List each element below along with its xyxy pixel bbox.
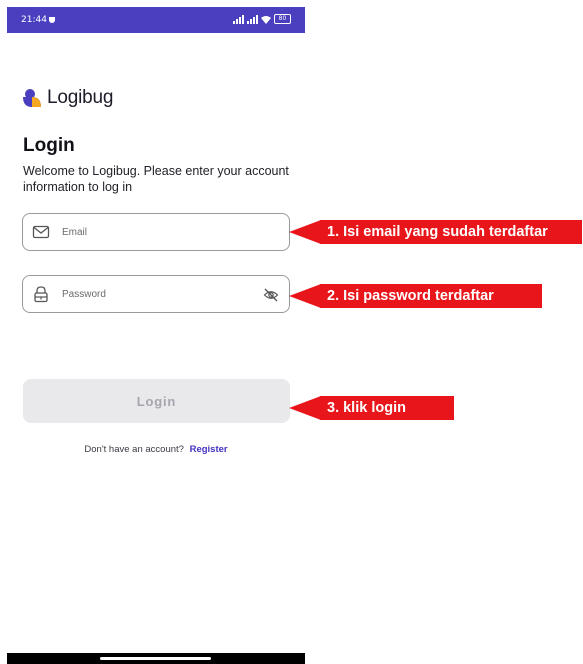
- navigation-bar: [7, 653, 305, 664]
- home-indicator[interactable]: [100, 657, 211, 660]
- battery-level: 80: [278, 15, 287, 22]
- password-input[interactable]: [62, 288, 232, 300]
- battery-icon: 80: [274, 14, 291, 24]
- arrow-left-icon: [289, 396, 321, 420]
- status-bar: 21:44 80: [7, 7, 305, 33]
- eye-off-icon[interactable]: [263, 287, 279, 303]
- status-time-label: 21:44: [21, 15, 47, 25]
- annotation-1-label: 1. Isi email yang sudah terdaftar: [320, 220, 582, 244]
- arrow-left-icon: [289, 220, 321, 244]
- phone-screen: 21:44 80 Logibug Login Welcome to Logibu…: [7, 7, 305, 664]
- wifi-icon: [261, 16, 271, 24]
- annotation-3-label: 3. klik login: [320, 396, 454, 420]
- status-icons: 80: [233, 14, 291, 24]
- brand-name: Logibug: [47, 87, 114, 108]
- register-prompt-row: Don't have an account? Register: [7, 444, 305, 455]
- brand-header: Logibug: [22, 87, 113, 109]
- envelope-icon: [32, 225, 50, 239]
- page-title: Login: [23, 135, 75, 156]
- register-prompt-text: Don't have an account?: [84, 444, 184, 455]
- lock-icon: [34, 286, 48, 303]
- arrow-left-icon: [289, 284, 321, 308]
- email-input[interactable]: [62, 226, 232, 238]
- password-field[interactable]: [22, 275, 290, 313]
- annotation-3: 3. klik login: [289, 396, 459, 420]
- annotation-1: 1. Isi email yang sudah terdaftar: [289, 220, 583, 244]
- login-button[interactable]: Login: [23, 379, 290, 423]
- screenshot-canvas: 21:44 80 Logibug Login Welcome to Logibu…: [0, 0, 583, 664]
- status-time: 21:44: [21, 15, 55, 25]
- email-field[interactable]: [22, 213, 290, 251]
- annotation-2: 2. Isi password terdaftar: [289, 284, 551, 308]
- annotation-2-label: 2. Isi password terdaftar: [320, 284, 542, 308]
- signal-icon-2: [247, 15, 258, 24]
- logibug-logo-icon: [23, 89, 41, 107]
- register-link[interactable]: Register: [190, 444, 228, 455]
- notification-icon: [48, 16, 55, 23]
- signal-icon: [233, 15, 244, 24]
- welcome-text: Welcome to Logibug. Please enter your ac…: [23, 164, 289, 194]
